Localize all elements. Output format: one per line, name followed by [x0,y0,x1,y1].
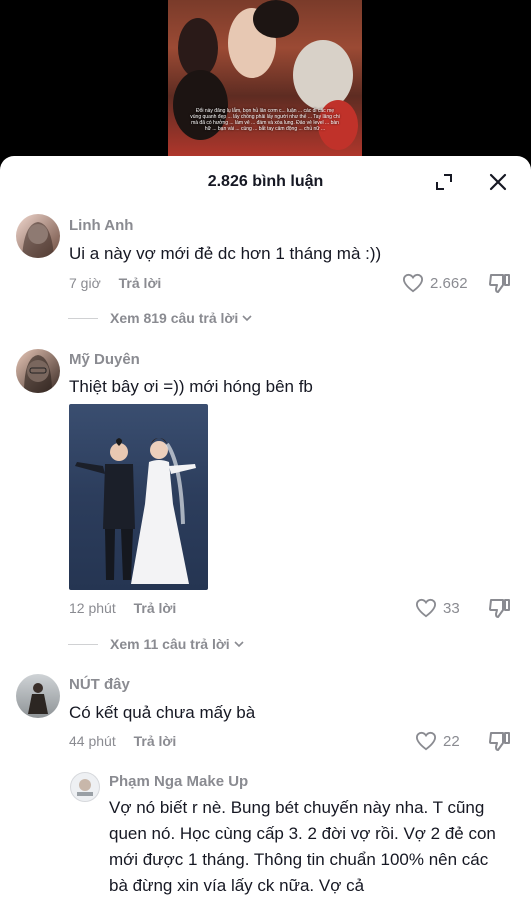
wedding-photo[interactable] [69,404,208,590]
avatar[interactable] [16,214,60,258]
comment-text: Ui a này vợ mới đẻ dc hơn 1 tháng mà :)) [69,244,382,263]
divider [68,643,98,645]
divider [68,317,98,319]
view-replies-label: Xem 11 câu trả lời [110,636,230,652]
like-count: 2.662 [430,274,468,292]
person-shirt [293,40,353,110]
comment-time: 12 phút [69,600,116,616]
like-button[interactable]: 2.662 [402,273,468,293]
heart-icon [415,598,437,618]
view-replies-button[interactable]: Xem 819 câu trả lời [68,310,253,326]
reply-button[interactable]: Trả lời [134,600,177,616]
comment-text: Thiệt bây ơi =)) mới hóng bên fb [69,377,313,396]
like-count: 22 [443,732,460,750]
avatar[interactable] [16,674,60,718]
comment-username[interactable]: NÚT đây [69,676,130,693]
expand-icon[interactable] [432,170,456,194]
dislike-icon[interactable] [488,730,512,757]
view-replies-label: Xem 819 câu trả lời [110,310,239,326]
avatar[interactable] [16,349,60,393]
close-icon[interactable] [486,170,510,194]
person-hair [253,0,299,38]
comment-time: 7 giờ [69,275,101,291]
comment-text: Có kết quả chưa mấy bà [69,703,256,722]
dislike-icon[interactable] [488,597,512,624]
like-count: 33 [443,599,460,617]
comment-meta: 44 phút Trả lời [69,733,176,749]
reply-button[interactable]: Trả lời [134,733,177,749]
heart-icon [402,273,424,293]
chevron-down-icon [242,315,252,322]
chevron-down-icon [234,641,244,648]
reply-button[interactable]: Trả lời [119,275,162,291]
video-caption: Đổi này đăng lụ lắm, bọn hủ lăn cơm c...… [190,108,340,132]
reply-text: Vợ nó biết r nè. Bung bét chuyến này nha… [109,798,496,895]
dislike-icon[interactable] [488,272,512,299]
avatar[interactable] [70,772,100,802]
heart-icon [415,731,437,751]
like-button[interactable]: 33 [415,598,460,618]
comment-time: 44 phút [69,733,116,749]
comment-meta: 12 phút Trả lời [69,600,176,616]
video-thumbnail[interactable]: Đổi này đăng lụ lắm, bọn hủ lăn cơm c...… [168,0,362,160]
comment-username[interactable]: Mỹ Duyên [69,351,140,368]
reply-username[interactable]: Phạm Nga Make Up [109,773,248,790]
comment-username[interactable]: Linh Anh [69,217,133,234]
view-replies-button[interactable]: Xem 11 câu trả lời [68,636,245,652]
person-silhouette [178,18,218,78]
like-button[interactable]: 22 [415,731,460,751]
comment-meta: 7 giờ Trả lời [69,275,161,291]
sheet-header: 2.826 bình luận [0,156,531,208]
